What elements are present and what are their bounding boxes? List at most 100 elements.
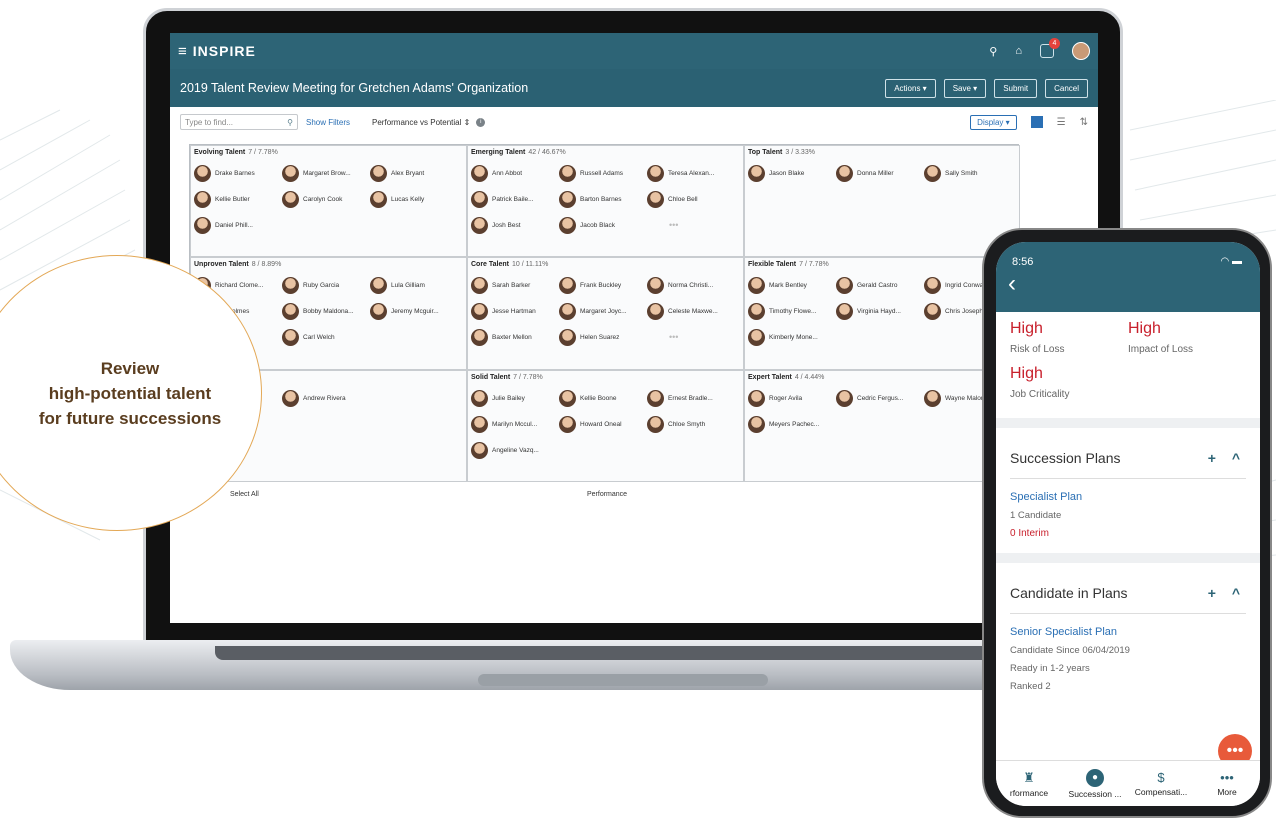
job-criticality-label: Job Criticality (1010, 389, 1070, 400)
grid-view-icon[interactable] (1030, 116, 1043, 128)
person-card[interactable]: Sally Smith (924, 160, 1012, 186)
person-card[interactable]: Celeste Maxwe... (647, 298, 735, 324)
person-card[interactable]: Howard Oneal (559, 411, 647, 437)
person-card[interactable]: Jacob Black (559, 212, 647, 238)
info-icon[interactable]: i (476, 117, 486, 127)
person-avatar (748, 302, 765, 320)
person-card[interactable]: Cedric Fergus... (836, 385, 924, 411)
person-card[interactable]: Kellie Butler (194, 186, 282, 212)
person-card[interactable]: Virginia Hayd... (836, 298, 924, 324)
person-card[interactable]: Angeline Vazq... (471, 437, 559, 463)
talent-box-title: Expert Talent 4 / 4.44% (748, 374, 1016, 381)
person-avatar (471, 190, 488, 208)
person-card[interactable]: Kimberly Mone... (748, 324, 836, 350)
add-collapse-icons[interactable]: + ^ (1208, 450, 1246, 466)
person-card[interactable]: Timothy Flowe... (748, 298, 836, 324)
view-select[interactable]: Performance vs Potential ⇕ (372, 118, 470, 127)
person-card[interactable]: Jesse Hartman (471, 298, 559, 324)
candidate-in-plans-title: Candidate in Plans (1010, 585, 1128, 601)
page-header: 2019 Talent Review Meeting for Gretchen … (170, 69, 1098, 107)
save-button[interactable]: Save ▾ (943, 78, 987, 98)
specialist-plan-link[interactable]: Specialist Plan (1010, 491, 1246, 503)
person-card[interactable]: Julie Bailey (471, 385, 559, 411)
person-avatar (559, 389, 576, 407)
person-card[interactable]: Daniel Phill... (194, 212, 282, 238)
person-card[interactable]: Ruby Garcia (282, 272, 370, 298)
person-card[interactable]: Carl Welch (282, 324, 370, 350)
person-card[interactable]: Ernest Bradle... (647, 385, 735, 411)
person-name: Kimberly Mone... (769, 333, 818, 341)
person-card[interactable]: Roger Avila (748, 385, 836, 411)
person-avatar (836, 276, 853, 294)
nav-more[interactable]: ••• More (1194, 761, 1260, 806)
show-filters-link[interactable]: Show Filters (306, 118, 350, 127)
search-input[interactable]: Type to find... ⚲ (180, 114, 298, 130)
person-card[interactable]: Meyers Pachec... (748, 411, 836, 437)
display-dropdown[interactable]: Display ▾ (970, 114, 1017, 130)
person-card[interactable]: Margaret Brow... (282, 160, 370, 186)
hamburger-menu-icon[interactable]: ≡ (178, 43, 187, 60)
person-card[interactable]: Teresa Alexan... (647, 160, 735, 186)
select-all-checkbox[interactable]: Select All (230, 491, 259, 498)
person-card[interactable]: Barton Barnes (559, 186, 647, 212)
nav-succession[interactable]: ● Succession ... (1062, 761, 1128, 806)
person-card[interactable]: Drake Barnes (194, 160, 282, 186)
person-avatar (282, 302, 299, 320)
person-card[interactable]: Baxter Mellon (471, 324, 559, 350)
succession-icon: ● (1086, 768, 1104, 787)
search-icon[interactable]: ⚲ (287, 118, 293, 127)
person-card[interactable]: Russell Adams (559, 160, 647, 186)
person-card[interactable]: Carolyn Cook (282, 186, 370, 212)
person-card[interactable]: Ann Abbot (471, 160, 559, 186)
nav-performance[interactable]: ♜ rformance (996, 761, 1062, 806)
user-avatar[interactable] (1072, 42, 1090, 60)
person-card[interactable]: Marilyn Mccul... (471, 411, 559, 437)
submit-button[interactable]: Submit (994, 78, 1038, 98)
person-name: Teresa Alexan... (668, 169, 715, 177)
talent-box-title: Top Talent 3 / 3.33% (748, 149, 1016, 156)
search-icon[interactable]: ⚲ (989, 45, 997, 58)
person-card[interactable]: Sarah Barker (471, 272, 559, 298)
more-people-icon[interactable]: ••• (647, 212, 735, 238)
person-card[interactable]: Donna Miller (836, 160, 924, 186)
person-card[interactable]: Frank Buckley (559, 272, 647, 298)
person-card[interactable]: Bobby Maldona... (282, 298, 370, 324)
person-card[interactable]: Jason Blake (748, 160, 836, 186)
person-card[interactable]: Kellie Boone (559, 385, 647, 411)
actions-button[interactable]: Actions ▾ (885, 78, 936, 98)
back-icon[interactable]: ‹ (1008, 272, 1016, 296)
person-card[interactable]: Norma Christi... (647, 272, 735, 298)
list-view-icon[interactable]: ☰ (1057, 117, 1066, 128)
person-card[interactable]: Alex Bryant (370, 160, 458, 186)
notifications-icon[interactable]: 4 (1040, 38, 1060, 58)
person-card[interactable]: Margaret Joyc... (559, 298, 647, 324)
person-card[interactable]: Mark Bentley (748, 272, 836, 298)
person-card[interactable]: Chloe Smyth (647, 411, 735, 437)
person-card[interactable]: Chloe Bell (647, 186, 735, 212)
talent-box: Expert Talent 4 / 4.44% Roger Avila Cedric … (744, 370, 1020, 482)
home-icon[interactable]: ⌂ (1015, 45, 1022, 57)
add-collapse-icons[interactable]: + ^ (1208, 585, 1246, 601)
more-people-icon[interactable]: ••• (647, 324, 735, 350)
person-name: Kellie Boone (580, 394, 617, 402)
person-avatar (647, 164, 664, 182)
person-card[interactable]: Andrew Rivera (282, 385, 370, 411)
person-card[interactable]: Gerald Castro (836, 272, 924, 298)
person-card[interactable]: Helen Suarez (559, 324, 647, 350)
nav-compensation[interactable]: $ Compensati... (1128, 761, 1194, 806)
search-placeholder: Type to find... (185, 117, 234, 127)
person-card[interactable]: Patrick Baile... (471, 186, 559, 212)
cancel-button[interactable]: Cancel (1045, 78, 1088, 98)
senior-specialist-plan-link[interactable]: Senior Specialist Plan (1010, 626, 1246, 638)
person-card[interactable]: Josh Best (471, 212, 559, 238)
person-card[interactable]: Lucas Kelly (370, 186, 458, 212)
sort-icon[interactable]: ⇅ (1080, 117, 1088, 128)
person-name: Kellie Butler (215, 195, 250, 203)
person-name: Margaret Brow... (303, 169, 351, 177)
phone-screen: 8:56 ◠ ▬ ‹ High Risk of Loss High Impact… (996, 242, 1260, 806)
person-avatar (370, 276, 387, 294)
person-name: Jesse Hartman (492, 307, 536, 315)
person-card[interactable]: Lula Gilliam (370, 272, 458, 298)
person-card[interactable]: Jeremy Mcguir... (370, 298, 458, 324)
callout-text: Review high-potential talent for future … (39, 356, 221, 431)
